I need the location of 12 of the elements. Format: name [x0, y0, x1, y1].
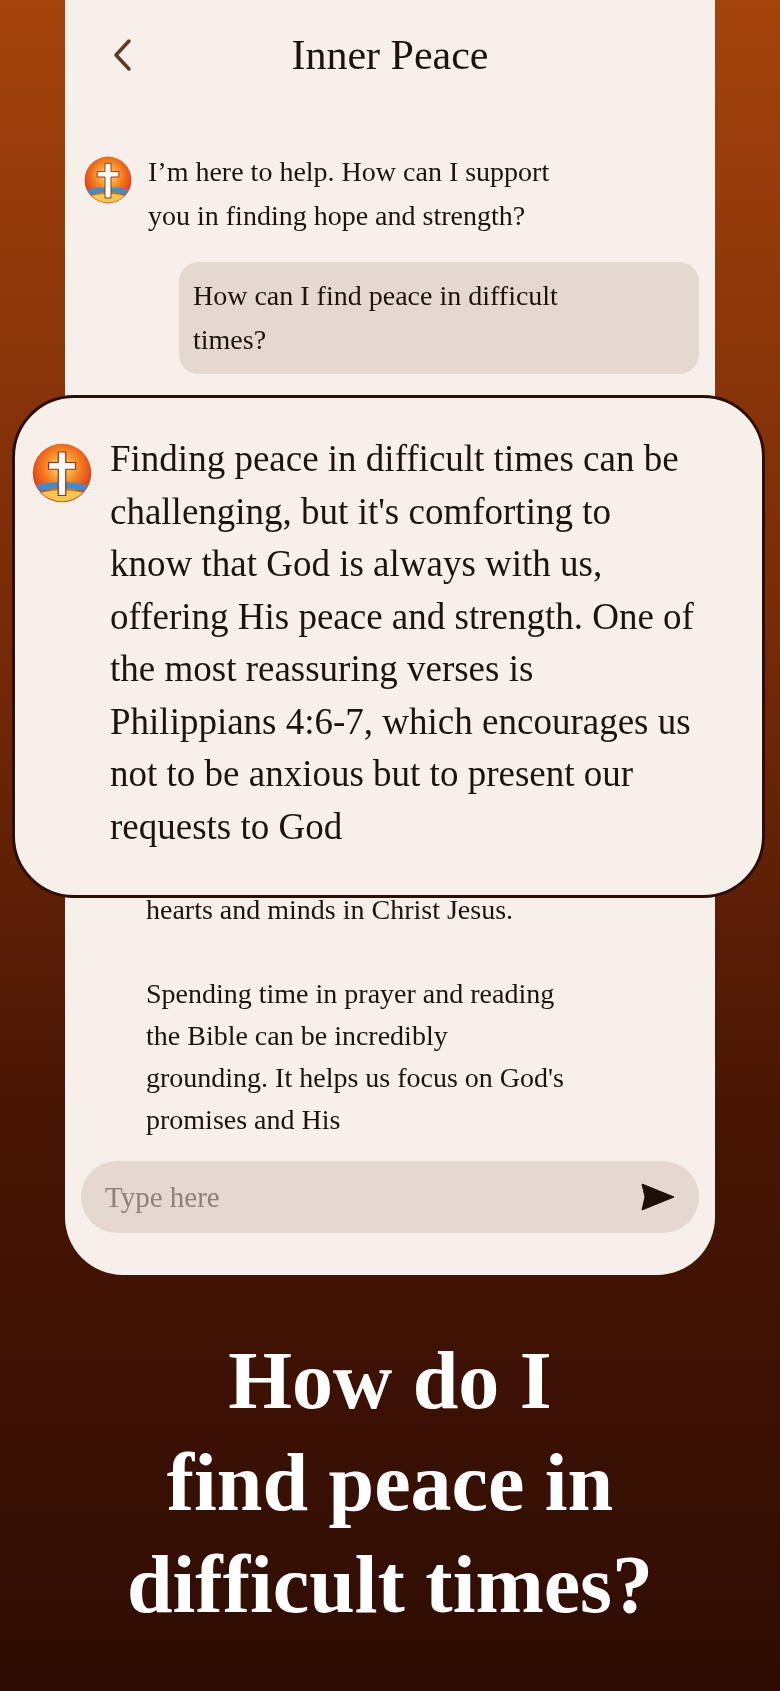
user-message: How can I find peace in difficult times?	[179, 262, 699, 374]
message-input-field[interactable]: Type here	[81, 1161, 699, 1233]
send-icon[interactable]	[641, 1183, 675, 1211]
back-icon[interactable]	[111, 38, 133, 72]
cross-avatar-icon	[32, 443, 92, 503]
cross-avatar-icon	[84, 156, 132, 204]
assistant-message: Finding peace in difficult times can be challenging, but it's comforting to know that God is always with us, offering His peace and strength. One of the most reassuring verses is Philippians 4:6-7, which encourages us not to be anxious but to present our requests to God	[110, 437, 695, 849]
assistant-message: I’m here to help. How can I support you in finding hope and strength?	[148, 155, 551, 233]
screen-title: Inner Peace	[291, 31, 489, 79]
promo-headline: How do I find peace in difficult times?	[125, 1334, 655, 1632]
assistant-message: hearts and minds in Christ Jesus.	[146, 893, 515, 927]
assistant-message: Spending time in prayer and reading the Bible can be incredibly grounding. It helps us focus on God's promises and His	[146, 977, 566, 1137]
